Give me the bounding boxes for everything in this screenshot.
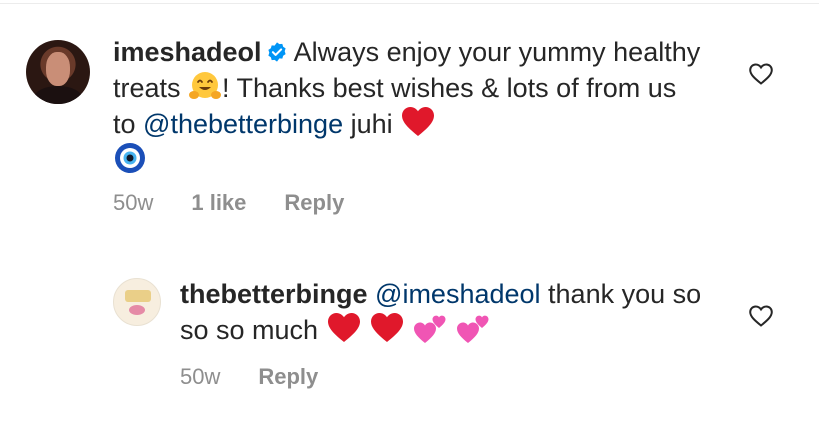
mention-link[interactable]: @imeshadeol bbox=[375, 279, 541, 309]
reply-text: thebetterbinge @imeshadeol thank you so … bbox=[180, 277, 720, 347]
two-hearts-emoji-icon bbox=[413, 315, 446, 343]
comment-meta: 50w 1 like Reply bbox=[113, 190, 344, 216]
heart-outline-icon[interactable] bbox=[748, 304, 774, 328]
reply-meta: 50w Reply bbox=[180, 364, 318, 390]
comment-timestamp: 50w bbox=[113, 190, 154, 215]
reply-timestamp: 50w bbox=[180, 364, 221, 389]
avatar-face bbox=[46, 52, 70, 86]
brand-logo-mark bbox=[125, 290, 151, 302]
reply-username[interactable]: thebetterbinge bbox=[180, 279, 368, 309]
avatar[interactable] bbox=[113, 278, 161, 326]
divider bbox=[0, 3, 819, 4]
red-heart-emoji-icon bbox=[402, 107, 435, 136]
hugging-face-emoji-icon bbox=[189, 72, 222, 99]
red-heart-emoji-icon bbox=[327, 313, 360, 342]
two-hearts-emoji-icon bbox=[457, 315, 489, 343]
comment-text: imeshadeol Always enjoy your yummy healt… bbox=[113, 35, 703, 177]
likes-count[interactable]: 1 like bbox=[191, 190, 246, 216]
flower-decoration bbox=[129, 305, 145, 315]
comment-text-part3: juhi bbox=[343, 109, 401, 139]
reply-button[interactable]: Reply bbox=[258, 364, 318, 390]
mention-link[interactable]: @thebetterbinge bbox=[143, 109, 343, 139]
nazar-amulet-emoji-icon bbox=[115, 143, 145, 173]
red-heart-emoji-icon bbox=[371, 313, 404, 342]
avatar[interactable] bbox=[26, 40, 90, 104]
heart-outline-icon[interactable] bbox=[748, 62, 774, 86]
reply-button[interactable]: Reply bbox=[284, 190, 344, 216]
comment-username[interactable]: imeshadeol bbox=[113, 37, 262, 67]
verified-badge-icon bbox=[267, 42, 286, 62]
avatar-shoulders bbox=[34, 86, 82, 104]
